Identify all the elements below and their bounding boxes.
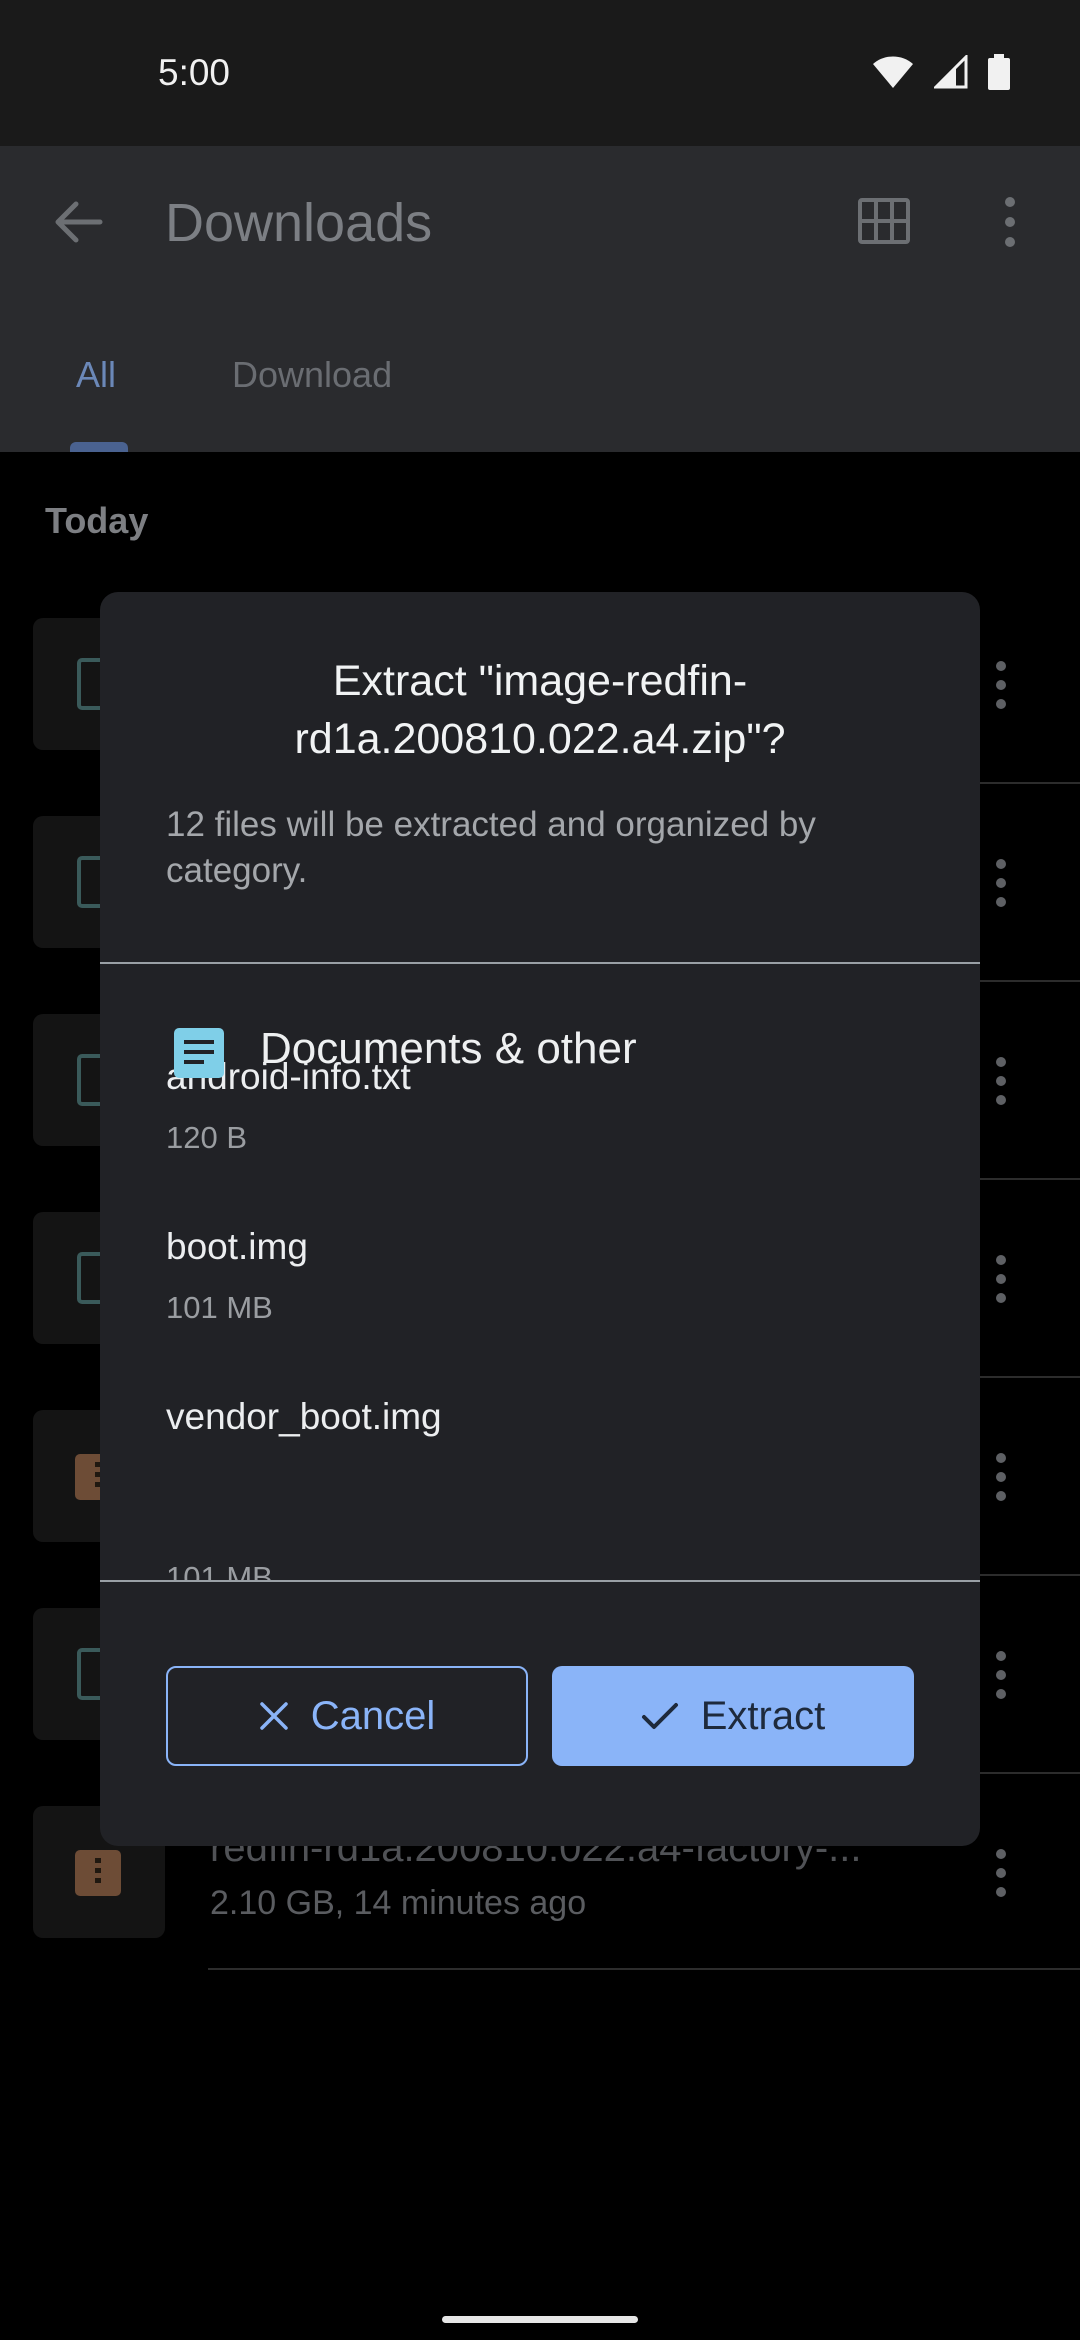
file-size: 101 MB bbox=[166, 1560, 273, 1580]
more-vert-icon[interactable] bbox=[993, 1056, 1009, 1106]
app-bar bbox=[0, 146, 1080, 452]
tab-download[interactable]: Download bbox=[232, 354, 392, 396]
tab-all[interactable]: All bbox=[76, 354, 116, 396]
close-icon bbox=[259, 1702, 288, 1730]
dialog-title: Extract "image-redfin-rd1a.200810.022.a4… bbox=[294, 657, 786, 763]
dialog-message: 12 files will be extracted and organized… bbox=[166, 805, 816, 890]
cell-signal-icon bbox=[934, 55, 968, 89]
file-size: 101 MB bbox=[166, 1290, 273, 1325]
grid-view-icon[interactable] bbox=[858, 198, 910, 244]
more-vert-icon[interactable] bbox=[993, 1254, 1009, 1304]
more-vert-icon[interactable] bbox=[993, 858, 1009, 908]
more-vert-icon[interactable] bbox=[993, 1650, 1009, 1700]
battery-icon bbox=[988, 54, 1010, 90]
status-time: 5:00 bbox=[158, 52, 231, 93]
cancel-button[interactable]: Cancel bbox=[166, 1666, 528, 1766]
wifi-icon bbox=[873, 56, 913, 88]
file-size: 120 B bbox=[166, 1120, 248, 1155]
more-vert-icon[interactable] bbox=[993, 1848, 1009, 1898]
list-item-meta: 2.10 GB, 14 minutes ago bbox=[210, 1884, 587, 1922]
file-name: boot.img bbox=[166, 1226, 308, 1267]
status-icons bbox=[872, 54, 1010, 90]
more-vert-icon[interactable] bbox=[993, 660, 1009, 710]
more-vert-icon[interactable] bbox=[1000, 196, 1020, 248]
zip-file-icon bbox=[75, 1850, 121, 1896]
list-divider bbox=[208, 1968, 1080, 1970]
tab-indicator bbox=[70, 442, 128, 452]
extract-button[interactable]: Extract bbox=[552, 1666, 914, 1766]
page-title: Downloads bbox=[165, 193, 433, 253]
dialog-divider bbox=[100, 1580, 980, 1582]
more-vert-icon[interactable] bbox=[993, 1452, 1009, 1502]
section-header-today: Today bbox=[45, 500, 149, 541]
back-arrow-icon[interactable] bbox=[48, 192, 108, 252]
document-icon bbox=[174, 1028, 224, 1078]
extract-dialog: Extract "image-redfin-rd1a.200810.022.a4… bbox=[100, 592, 980, 1846]
cancel-label: Cancel bbox=[310, 1693, 436, 1738]
extract-label: Extract bbox=[700, 1693, 826, 1738]
category-label: Documents & other bbox=[260, 1024, 637, 1073]
file-name: vendor_boot.img bbox=[166, 1396, 442, 1437]
check-icon bbox=[641, 1703, 678, 1729]
gesture-nav-handle[interactable] bbox=[442, 2316, 638, 2323]
